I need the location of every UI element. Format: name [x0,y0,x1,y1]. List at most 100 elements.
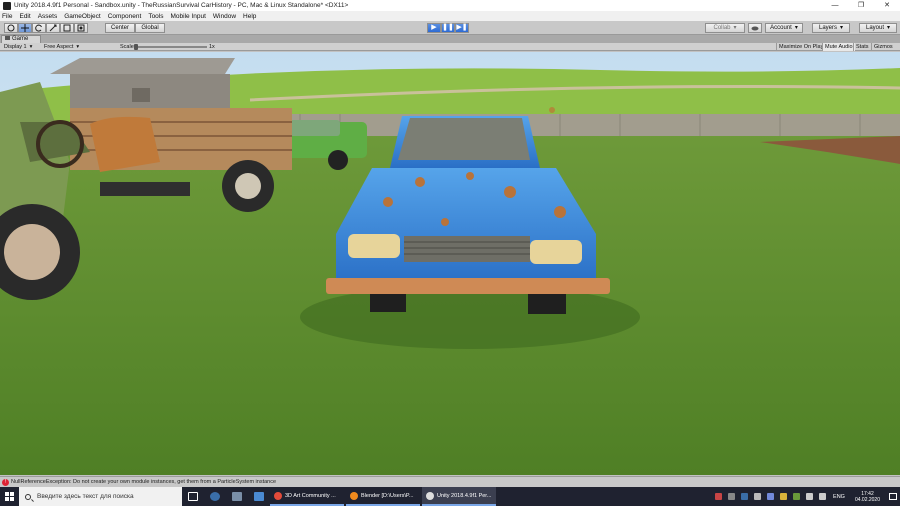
system-tray: ENG 17:42 04.02.2020 [712,487,900,506]
paint-icon [254,492,264,501]
layers-dropdown[interactable]: Layers [812,23,850,33]
collab-label: Collab [713,25,731,31]
scale-tool-button[interactable] [46,23,60,33]
play-button[interactable]: ▶ [427,23,441,33]
move-icon [21,24,29,32]
menu-tools[interactable]: Tools [148,13,163,20]
search-icon [25,493,31,500]
windows-taskbar: Введите здесь текст для поиска 3D Art Co… [0,487,900,506]
search-placeholder: Введите здесь текст для поиска [37,493,134,500]
move-tool-button[interactable] [18,23,32,33]
menu-assets[interactable]: Assets [38,13,58,20]
scale-value: 1x [209,44,215,50]
maximize-on-play-toggle[interactable]: Maximize On Play [776,43,825,51]
collab-button[interactable]: Collab [705,23,745,33]
transform-tool-button[interactable] [74,23,88,33]
wooden-fence [275,114,900,136]
hand-icon [7,24,15,32]
paint-button[interactable] [248,487,270,506]
blender-icon [350,491,358,500]
task-unity[interactable]: Unity 2018.4.9f1 Per... [422,487,496,506]
mute-audio-toggle[interactable]: Mute Audio [822,43,855,51]
hand-tool-button[interactable] [4,23,18,33]
tray-app-icon[interactable] [728,493,736,500]
pause-button[interactable]: ❚❚ [441,23,455,33]
tray-wifi-icon[interactable] [806,493,814,500]
maximize-button[interactable]: ❐ [848,0,874,11]
tab-game-label: Game [12,36,29,42]
pivot-center-button[interactable]: Center [105,23,135,33]
tray-yellow-icon[interactable] [780,493,788,500]
layers-label: Layers [818,25,837,31]
scale-slider-thumb[interactable] [134,44,138,50]
gizmos-dropdown[interactable]: Gizmos [871,43,895,51]
rotate-tool-button[interactable] [32,23,46,33]
error-icon: ! [2,478,9,486]
account-label: Account [770,25,792,31]
close-button[interactable]: ✕ [874,0,900,11]
tray-volume-icon[interactable] [819,493,827,500]
notification-center-button[interactable] [886,487,900,506]
tab-game[interactable]: Game [1,35,41,43]
tab-row: Game [0,35,900,43]
start-button[interactable] [0,487,19,506]
taskbar-search[interactable]: Введите здесь текст для поиска [19,487,182,506]
rect-icon [63,24,71,32]
minimize-button[interactable]: — [822,0,848,11]
pivot-label: Center [110,25,129,31]
account-dropdown[interactable]: Account [765,23,803,33]
task-view-button[interactable] [182,487,204,506]
steam-button[interactable] [204,487,226,506]
game-view-toolbar: Display 1 Free Aspect Scale 1x Maximize … [0,43,900,51]
right-toolbar: Collab Account Layers Layout [705,23,897,33]
playback-controls: ▶ ❚❚ ▶❚ [427,23,469,33]
menu-edit[interactable]: Edit [19,13,30,20]
tray-gpu-icon[interactable] [793,493,801,500]
game-viewport[interactable] [0,52,900,475]
task-blender-label: Blender [D:\Users\P... [361,492,414,499]
task-chrome[interactable]: 3D Art Community ... [270,487,344,506]
camera-icon [5,36,10,41]
menu-file[interactable]: File [2,13,12,20]
pivot-global-button[interactable]: Global [135,23,165,33]
steam-icon [210,492,220,501]
rotate-icon [35,24,42,32]
step-button[interactable]: ▶❚ [455,23,469,33]
task-chrome-label: 3D Art Community ... [285,492,336,499]
menu-component[interactable]: Component [108,13,142,20]
menu-window[interactable]: Window [213,13,236,20]
aspect-dropdown[interactable]: Free Aspect [44,43,79,51]
task-blender[interactable]: Blender [D:\Users\P... [346,487,420,506]
tray-steam-icon[interactable] [741,493,749,500]
notification-icon [889,493,897,500]
space-label: Global [141,25,159,31]
menu-bar: File Edit Assets GameObject Component To… [0,11,900,21]
cloud-button[interactable] [748,23,762,33]
stats-toggle[interactable]: Stats [853,43,871,51]
layout-dropdown[interactable]: Layout [859,23,897,33]
menu-mobile-input[interactable]: Mobile Input [171,13,206,20]
window-title: Unity 2018.4.9f1 Personal - Sandbox.unit… [14,2,349,9]
input-language[interactable]: ENG [833,494,845,500]
layout-label: Layout [865,25,884,31]
file-explorer-button[interactable] [226,487,248,506]
pivot-controls: Center Global [105,23,165,33]
tray-red-icon[interactable] [715,493,723,500]
file-explorer-icon [232,492,242,501]
clock[interactable]: 17:42 04.02.2020 [855,491,880,503]
tray-network-icon[interactable] [754,493,762,500]
chrome-icon [274,491,282,500]
menu-help[interactable]: Help [243,13,256,20]
display-dropdown[interactable]: Display 1 [4,43,32,51]
rect-tool-button[interactable] [60,23,74,33]
tray-discord-icon[interactable] [767,493,775,500]
unity-logo-icon [3,1,11,10]
main-toolbar: Center Global ▶ ❚❚ ▶❚ Collab Account Lay… [0,21,900,35]
console-status-bar[interactable]: ! NullReferenceException: Do not create … [0,476,900,487]
scale-label: Scale [120,44,134,50]
console-message[interactable]: NullReferenceException: Do not create yo… [11,479,276,485]
clock-date: 04.02.2020 [854,496,880,503]
task-unity-label: Unity 2018.4.9f1 Per... [437,492,492,499]
scale-slider[interactable] [137,46,207,48]
menu-gameobject[interactable]: GameObject [64,13,101,20]
